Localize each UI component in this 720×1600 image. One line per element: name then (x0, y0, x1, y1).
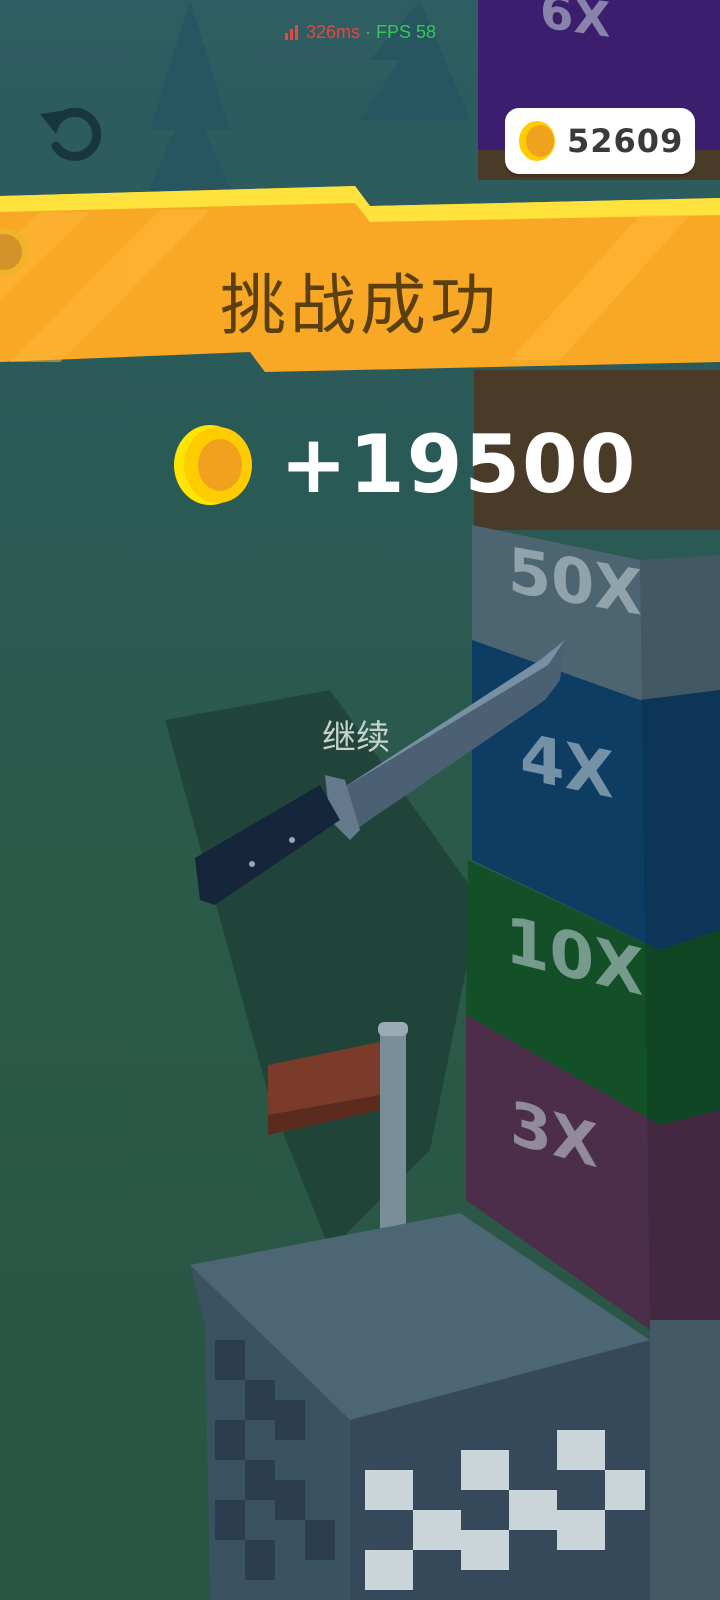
continue-button[interactable]: 继续 (322, 710, 390, 759)
separator: · (360, 22, 376, 42)
reward-coin-icon (174, 425, 252, 505)
restart-icon (40, 107, 102, 161)
coin-icon (519, 121, 555, 161)
fps-value: FPS 58 (376, 22, 437, 42)
coin-counter: 52609 (505, 108, 695, 174)
success-title: 挑战成功 (220, 267, 500, 344)
restart-button[interactable] (36, 100, 106, 164)
coin-total: 52609 (567, 122, 684, 160)
network-status: 326ms · FPS 58 (0, 22, 720, 43)
reward-amount: +19500 (280, 418, 638, 511)
signal-icon (284, 25, 298, 40)
ping-value: 326ms (305, 22, 360, 42)
stand-pole (380, 1030, 406, 1240)
game-scene[interactable]: 6X 50X 4X 10X 3X 326ms · FPS 58 52609 挑战… (0, 0, 720, 1600)
